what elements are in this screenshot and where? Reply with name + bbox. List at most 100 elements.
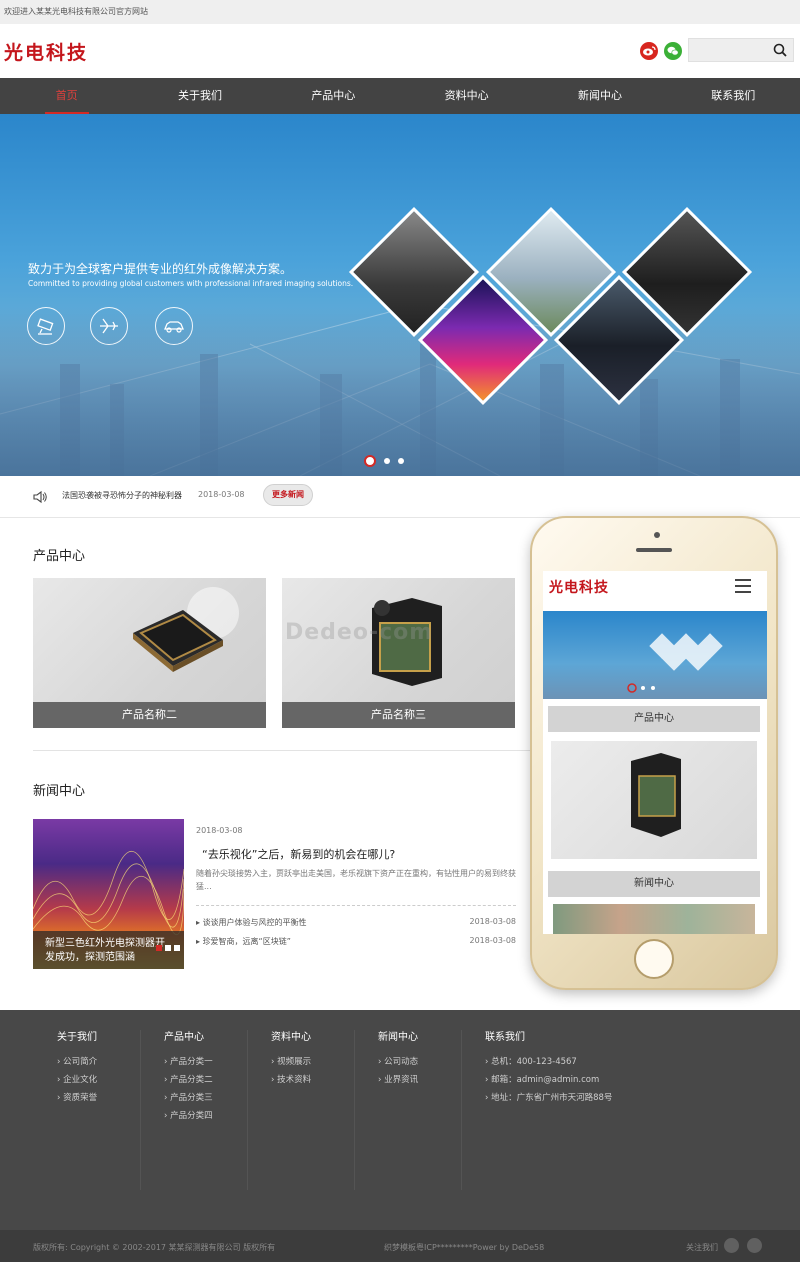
footer-col-title: 关于我们: [57, 1032, 97, 1043]
copyright-text: 版权所有: Copyright © 2002-2017 某某探测器有限公司 版权…: [33, 1243, 276, 1252]
slide-dot[interactable]: [364, 454, 376, 467]
footer-col-about: 关于我们 › 公司简介 › 企业文化 › 资质荣誉: [57, 1028, 97, 1109]
search-box: [688, 38, 794, 62]
more-news-button[interactable]: 更多新闻: [263, 484, 313, 506]
nav-item-about[interactable]: 关于我们: [133, 78, 266, 114]
plane-icon[interactable]: [90, 307, 128, 345]
product-card[interactable]: 产品名称二: [33, 578, 266, 728]
footer-col-resources: 资料中心 › 视频展示 › 技术资料: [271, 1028, 311, 1091]
footer-link[interactable]: › 产品分类四: [164, 1109, 213, 1121]
mobile-news-image[interactable]: [553, 904, 755, 934]
footer-link[interactable]: › 公司简介: [57, 1055, 97, 1067]
lead-news-title[interactable]: “去乐视化”之后，新易到的机会在哪儿?: [202, 846, 395, 862]
follow-us-label: 关注我们: [686, 1243, 718, 1252]
footer-link[interactable]: › 视频展示: [271, 1055, 311, 1067]
footer-col-products: 产品中心 › 产品分类一 › 产品分类二 › 产品分类三 › 产品分类四: [164, 1028, 213, 1127]
nav-item-home[interactable]: 首页: [0, 78, 133, 114]
slide-dot[interactable]: [156, 945, 162, 951]
nav-item-contact[interactable]: 联系我们: [667, 78, 800, 114]
footer-col-title: 新闻中心: [378, 1032, 418, 1043]
slide-dot[interactable]: [384, 457, 390, 464]
nav-item-resources[interactable]: 资料中心: [400, 78, 533, 114]
footer-col-title: 联系我们: [485, 1032, 525, 1043]
ticker-news-title[interactable]: 法国恐袭被寻恐怖分子的神秘利器: [62, 490, 182, 501]
footer-contact-email[interactable]: › 邮箱：admin@admin.com: [485, 1073, 612, 1085]
product-name: 产品名称三: [282, 702, 515, 728]
news-item-title: 珍爱智商，远离“区块链”: [202, 937, 291, 946]
phone-home-button: [634, 939, 674, 979]
bottom-bar: 版权所有: Copyright © 2002-2017 某某探测器有限公司 版权…: [0, 1230, 800, 1262]
mobile-product-header[interactable]: 产品中心: [548, 706, 760, 732]
footer-link[interactable]: › 资质荣誉: [57, 1091, 97, 1103]
news-item-date: 2018-03-08: [469, 936, 517, 945]
welcome-text: 欢迎进入某某光电科技有限公司官方网站: [4, 7, 148, 16]
featured-news-pagination: [153, 936, 180, 955]
mobile-product-image[interactable]: [551, 741, 757, 859]
icp-text[interactable]: 织梦模板粤ICP*********Power by DeDe58: [384, 1242, 544, 1253]
product-card[interactable]: 产品名称三: [282, 578, 515, 728]
banner-subtitle: Committed to providing global customers …: [28, 279, 354, 288]
phone-speaker: [636, 548, 672, 552]
mobile-banner: [543, 611, 767, 699]
footer-col-title: 产品中心: [164, 1032, 204, 1043]
nav-item-news[interactable]: 新闻中心: [533, 78, 666, 114]
news-list-item[interactable]: ▸ 珍爱智商，远离“区块链” 2018-03-08: [196, 936, 516, 947]
footer-link[interactable]: › 公司动态: [378, 1055, 418, 1067]
news-section-title: 新闻中心: [33, 784, 86, 799]
top-welcome-bar: 欢迎进入某某光电科技有限公司官方网站: [0, 0, 800, 24]
site-logo[interactable]: 光电科技: [4, 38, 88, 65]
banner-title: 致力于为全球客户提供专业的红外成像解决方案。: [28, 262, 293, 276]
slide-dot[interactable]: [398, 457, 404, 464]
wechat-icon[interactable]: [747, 1238, 762, 1253]
slide-dot[interactable]: [165, 945, 171, 951]
site-header: 光电科技: [0, 24, 800, 78]
news-item-title: 谈谈用户体验与风控的平衡性: [202, 918, 307, 927]
wechat-icon[interactable]: [664, 42, 682, 60]
section-divider: [33, 750, 533, 751]
footer-link[interactable]: › 业界资讯: [378, 1073, 418, 1085]
phone-screen: 光电科技 产品中心 新闻中心: [543, 571, 767, 934]
ticker-news-date: 2018-03-08: [198, 490, 245, 499]
product-image: [133, 587, 239, 672]
footer-link[interactable]: › 产品分类二: [164, 1073, 213, 1085]
speaker-icon: [33, 490, 47, 504]
lead-news-desc: 随着孙尖琰接势入主，贾跃亭出走美国，老乐视旗下资产正在重构，有钻性用户的易到终获…: [196, 869, 516, 891]
mobile-logo[interactable]: 光电科技: [549, 577, 609, 597]
news-ticker: 法国恐袭被寻恐怖分子的神秘利器 2018-03-08 更多新闻: [0, 476, 800, 518]
footer-contact-phone: › 总机：400-123-4567: [485, 1057, 577, 1067]
slide-dot[interactable]: [174, 945, 180, 951]
banner-pagination: [364, 450, 412, 469]
nav-item-products[interactable]: 产品中心: [267, 78, 400, 114]
footer-link[interactable]: › 企业文化: [57, 1073, 97, 1085]
featured-news-image[interactable]: 新型三色红外光电探测器开发成功，探测范围涵: [33, 819, 184, 969]
footer-col-contact: 联系我们 › 总机：400-123-4567 › 邮箱：admin@admin.…: [485, 1028, 612, 1109]
products-section-title: 产品中心: [33, 549, 86, 564]
search-input[interactable]: [689, 39, 773, 61]
camera-icon[interactable]: [27, 307, 65, 345]
phone-camera: [654, 532, 660, 538]
site-footer: 关于我们 › 公司简介 › 企业文化 › 资质荣誉 产品中心 › 产品分类一 ›…: [0, 1010, 800, 1230]
hamburger-menu-icon[interactable]: [735, 579, 751, 597]
footer-col-news: 新闻中心 › 公司动态 › 业界资讯: [378, 1028, 418, 1091]
footer-link[interactable]: › 产品分类三: [164, 1091, 213, 1103]
news-item-date: 2018-03-08: [469, 917, 517, 926]
news-divider: [196, 905, 516, 906]
weibo-icon[interactable]: [640, 42, 658, 60]
footer-link[interactable]: › 技术资料: [271, 1073, 311, 1085]
car-icon[interactable]: [155, 307, 193, 345]
footer-link[interactable]: › 产品分类一: [164, 1055, 213, 1067]
weibo-icon[interactable]: [724, 1238, 739, 1253]
footer-divider: [140, 1030, 141, 1190]
footer-divider: [247, 1030, 248, 1190]
lead-news-date: 2018-03-08: [196, 826, 243, 835]
search-icon[interactable]: [773, 43, 787, 57]
footer-divider: [461, 1030, 462, 1190]
main-nav: 首页 关于我们 产品中心 资料中心 新闻中心 联系我们: [0, 78, 800, 114]
mobile-news-header[interactable]: 新闻中心: [548, 871, 760, 897]
watermark: Dedeo-com: [285, 620, 434, 645]
news-list-item[interactable]: ▸ 谈谈用户体验与风控的平衡性 2018-03-08: [196, 917, 516, 928]
footer-contact-address: › 地址：广东省广州市天河路88号: [485, 1093, 613, 1103]
footer-col-title: 资料中心: [271, 1032, 311, 1043]
footer-divider: [354, 1030, 355, 1190]
hero-banner: 致力于为全球客户提供专业的红外成像解决方案。 Committed to prov…: [0, 114, 800, 476]
